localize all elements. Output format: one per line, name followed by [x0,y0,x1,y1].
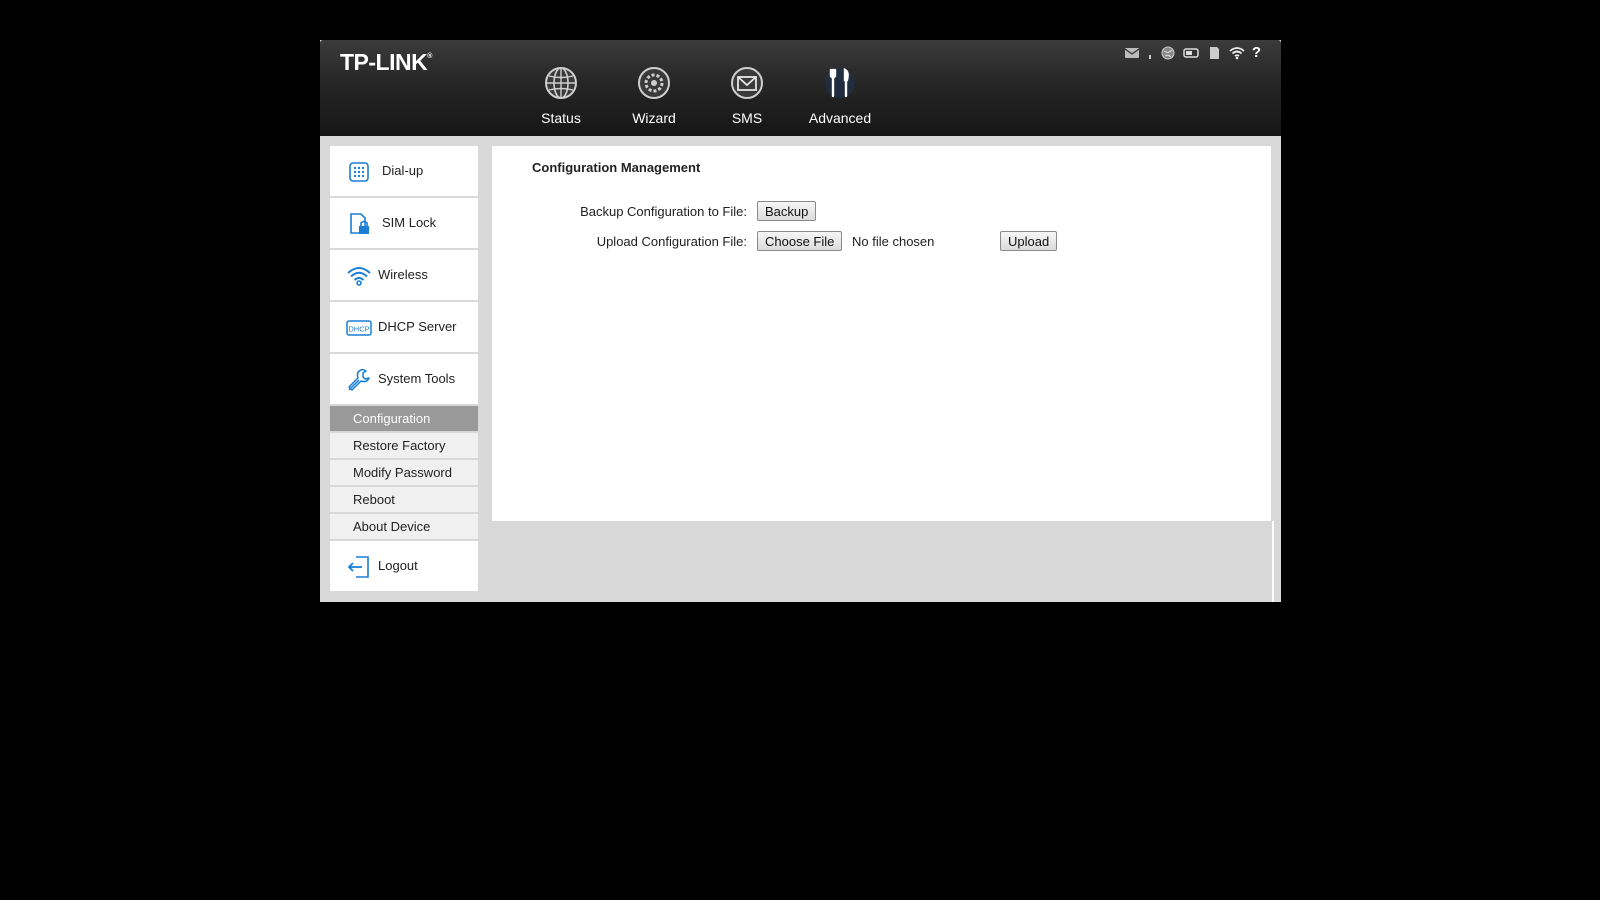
sidebar-subitem-reboot[interactable]: Reboot [330,487,478,514]
status-icon-bar: ? [1124,45,1261,61]
sidebar-item-label: Dial-up [382,163,424,178]
nav-tab-sms[interactable]: SMS [707,66,787,134]
svg-text:DHCP: DHCP [348,325,369,334]
sidebar-item-label: Wireless [378,267,428,282]
sidebar-item-wireless[interactable]: Wireless [330,250,478,302]
sidebar-subitem-about-device[interactable]: About Device [330,514,478,541]
gear-icon [638,67,670,99]
sim-card-icon [1209,47,1219,59]
wifi-icon [1229,47,1245,60]
sidebar-item-label: System Tools [378,371,456,386]
subitem-label: About Device [353,519,431,534]
backup-label: Backup Configuration to File: [580,204,747,219]
tp-link-logo: TP-LINK® [340,49,432,75]
subitem-label: Reboot [353,492,395,507]
logout-icon [347,556,369,578]
nav-tab-label: Status [541,110,581,126]
wrench-icon [348,368,370,391]
sidebar-subitem-modify-password[interactable]: Modify Password [330,460,478,487]
sim-lock-icon [350,213,369,234]
help-icon[interactable]: ? [1252,45,1261,61]
nav-tab-label: Advanced [808,110,872,126]
sidebar-item-dial-up[interactable]: Dial-up [330,146,478,198]
choose-file-button[interactable]: Choose File [757,231,843,251]
signal-icon [1148,55,1151,59]
envelope-icon [731,67,763,99]
file-status-text: No file chosen [852,234,935,249]
nav-tab-wizard[interactable]: Wizard [614,66,694,134]
nav-tab-label: Wizard [632,110,676,126]
page-title: Configuration Management [532,160,701,175]
backup-button[interactable]: Backup [757,201,817,221]
upload-button[interactable]: Upload [1000,231,1058,251]
internet-icon [1161,46,1175,60]
upload-label: Upload Configuration File: [596,234,747,249]
sidebar-subitem-restore-factory[interactable]: Restore Factory [330,433,478,460]
subitem-label: Modify Password [353,465,452,480]
sidebar: Dial-up SIM Lock Wireless DHCP DHCP Serv… [330,146,478,591]
mail-icon[interactable] [1124,46,1140,60]
toggle-icon [1183,48,1199,58]
router-admin-window: TP-LINK® Status Wizard SMS Advanced ? Di… [320,40,1281,602]
sidebar-item-system-tools[interactable]: System Tools [330,354,478,406]
scrollbar-edge [1272,521,1274,602]
sidebar-item-label: DHCP Server [378,319,457,334]
main-content-panel: Configuration Management Backup Configur… [492,146,1271,521]
dialpad-icon [349,162,369,182]
header-bar: TP-LINK® Status Wizard SMS Advanced ? [320,40,1281,136]
tools-icon [825,68,855,98]
globe-icon [545,67,577,99]
wifi-icon [347,267,371,286]
nav-tab-status[interactable]: Status [521,66,601,134]
nav-tab-label: SMS [731,110,763,126]
sidebar-item-sim-lock[interactable]: SIM Lock [330,198,478,250]
sidebar-item-label: SIM Lock [382,215,437,230]
dhcp-icon: DHCP [346,320,372,336]
sidebar-subitem-configuration[interactable]: Configuration [330,406,478,433]
sidebar-item-dhcp-server[interactable]: DHCP DHCP Server [330,302,478,354]
subitem-label: Configuration [353,411,431,426]
sidebar-item-logout[interactable]: Logout [330,541,478,591]
nav-tab-advanced[interactable]: Advanced [800,66,880,134]
sidebar-item-label: Logout [378,558,418,573]
subitem-label: Restore Factory [353,438,446,453]
